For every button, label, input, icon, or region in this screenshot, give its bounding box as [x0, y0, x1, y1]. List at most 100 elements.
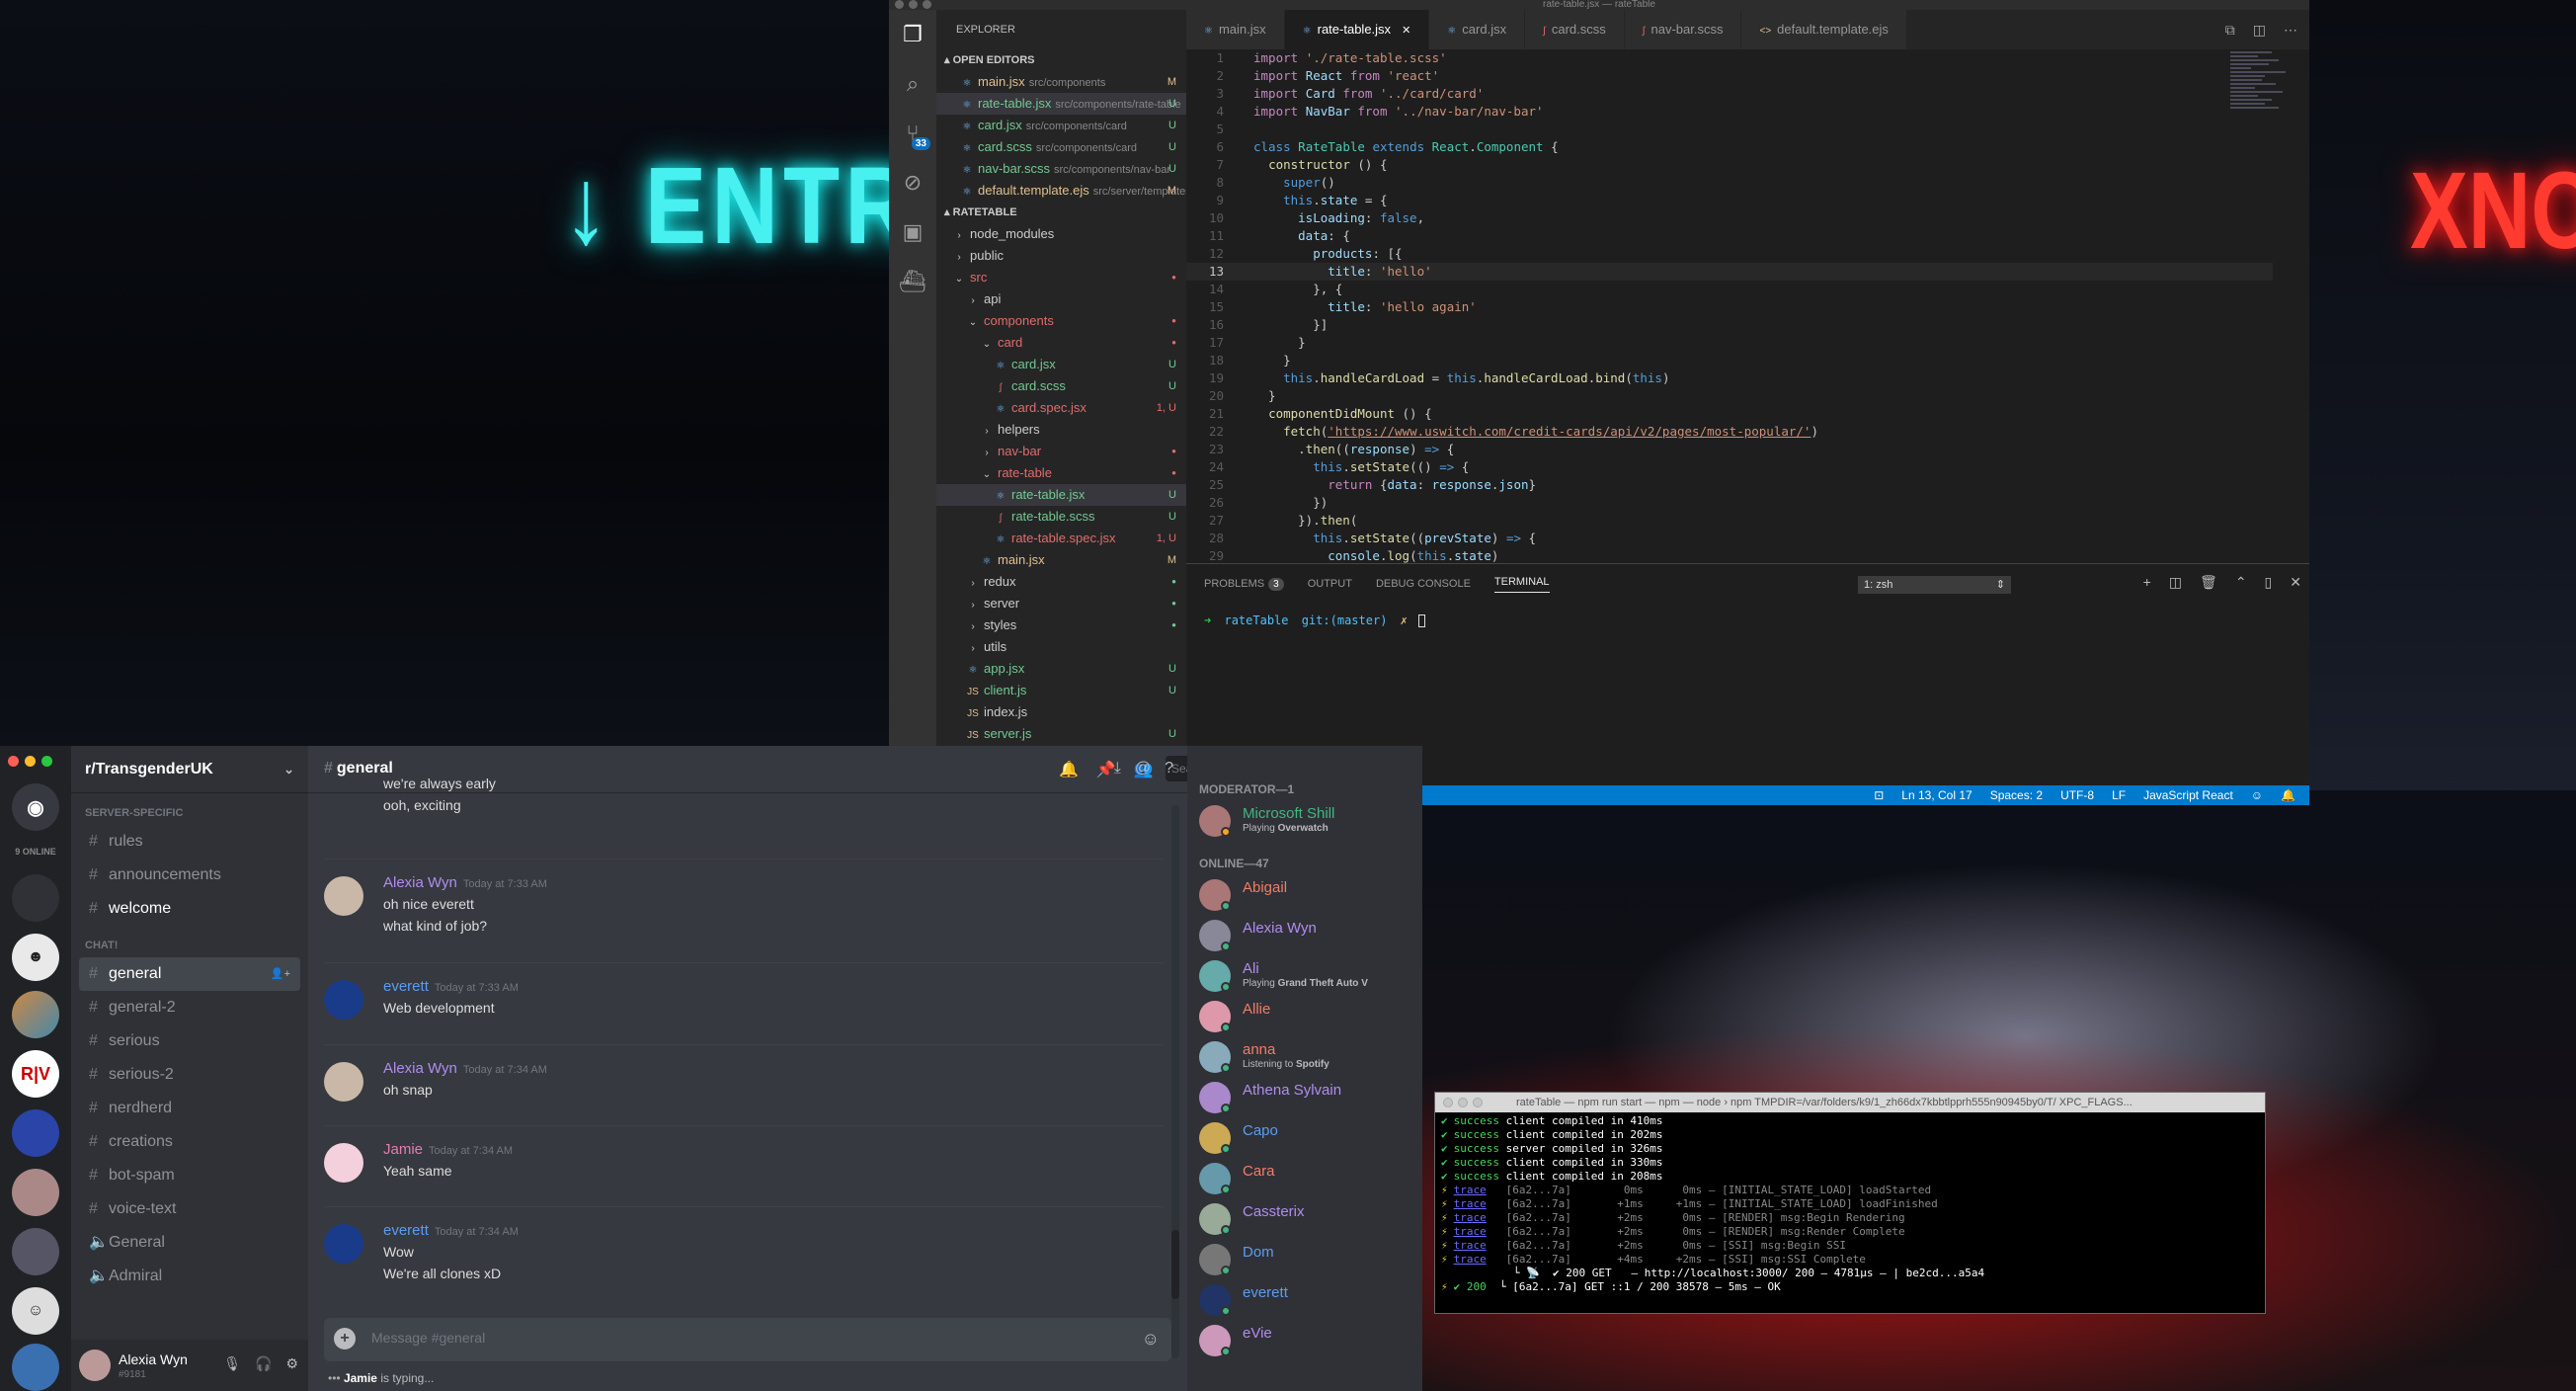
window-controls[interactable]: [8, 756, 52, 767]
kill-terminal-icon[interactable]: 🗑: [2200, 574, 2217, 591]
code-line[interactable]: 6 class RateTable extends React.Component…: [1186, 138, 2273, 156]
code-line[interactable]: 1 import './rate-table.scss': [1186, 49, 2273, 67]
encoding[interactable]: UTF-8: [2060, 788, 2094, 802]
code-line[interactable]: 24 this.setState(() => {: [1186, 458, 2273, 476]
folder-item[interactable]: ⌄ rate-table ●: [936, 462, 1186, 484]
folder-item[interactable]: ⌄ card ●: [936, 332, 1186, 354]
member-item[interactable]: Capo: [1199, 1118, 1416, 1158]
code-line[interactable]: 13 title: 'hello': [1186, 263, 2273, 281]
project-header[interactable]: ▴ RATETABLE: [936, 202, 1186, 223]
avatar[interactable]: [324, 876, 363, 916]
member-item[interactable]: anna Listening to Spotify: [1199, 1037, 1416, 1077]
end-of-line[interactable]: LF: [2112, 788, 2126, 802]
code-line[interactable]: 5: [1186, 121, 2273, 138]
editor-tab[interactable]: ∫ nav-bar.scss: [1624, 10, 1742, 49]
open-changes-icon[interactable]: ⧉: [2225, 22, 2235, 39]
avatar[interactable]: [324, 980, 363, 1020]
message-input[interactable]: Message #general: [371, 1330, 485, 1346]
channel-general[interactable]: 🔈 General: [79, 1226, 300, 1260]
server-icon-1[interactable]: [12, 874, 59, 922]
file-item[interactable]: ∫ rate-table.scss U: [936, 506, 1186, 528]
code-editor[interactable]: 1 import './rate-table.scss' 2 import React…: [1186, 49, 2273, 563]
member-item[interactable]: Cassterix: [1199, 1199, 1416, 1239]
tab-terminal[interactable]: TERMINAL: [1493, 576, 1550, 593]
code-line[interactable]: 2 import React from 'react': [1186, 67, 2273, 85]
minimap[interactable]: [2230, 49, 2299, 198]
channel-creations[interactable]: # creations: [79, 1125, 300, 1159]
code-line[interactable]: 25 return {data: response.json}: [1186, 476, 2273, 494]
maximize-panel-icon[interactable]: ⌃: [2235, 574, 2247, 591]
folder-item[interactable]: › public: [936, 245, 1186, 267]
split-terminal-icon[interactable]: ◫: [2169, 574, 2182, 591]
avatar[interactable]: [324, 1143, 363, 1183]
terminal-select[interactable]: 1: zsh ⇕: [1858, 576, 2011, 594]
code-line[interactable]: 17 }: [1186, 334, 2273, 352]
server-icon-3[interactable]: [12, 991, 59, 1038]
server-icon-4[interactable]: R|V: [12, 1050, 59, 1098]
file-item[interactable]: JS client.js U: [936, 680, 1186, 701]
message-composer[interactable]: + Message #general ☺: [324, 1318, 1171, 1361]
folder-item[interactable]: › utils: [936, 636, 1186, 658]
folder-item[interactable]: › styles ●: [936, 614, 1186, 636]
channel-serious[interactable]: # serious: [79, 1024, 300, 1058]
code-line[interactable]: 27 }).then(: [1186, 512, 2273, 530]
code-line[interactable]: 12 products: [{: [1186, 245, 2273, 263]
file-item[interactable]: ⚛ card.spec.jsx 1, U: [936, 397, 1186, 419]
member-item[interactable]: eVie: [1199, 1321, 1416, 1360]
settings-gear-icon[interactable]: ⚙: [285, 1355, 298, 1372]
member-item[interactable]: Athena Sylvain: [1199, 1078, 1416, 1117]
chat-scrollbar[interactable]: [1171, 805, 1179, 1358]
avatar[interactable]: [324, 1062, 363, 1102]
source-control-icon[interactable]: ⑂ 33: [889, 109, 936, 158]
mute-icon[interactable]: 🎙: [223, 1355, 241, 1372]
download-icon[interactable]: ⤓: [1114, 760, 1121, 777]
tab-debug-console[interactable]: DEBUG CONSOLE: [1376, 578, 1471, 590]
split-editor-icon[interactable]: ◫: [2253, 22, 2266, 39]
code-line[interactable]: 10 isLoading: false,: [1186, 209, 2273, 227]
open-editor-item[interactable]: ⚛ card.jsx src/components/card U: [936, 115, 1186, 136]
member-item[interactable]: Cara: [1199, 1159, 1416, 1198]
search-icon[interactable]: ⌕: [889, 59, 936, 109]
tab-problems[interactable]: PROBLEMS 3: [1204, 578, 1284, 591]
indentation[interactable]: Spaces: 2: [1990, 788, 2043, 802]
folder-item[interactable]: › helpers: [936, 419, 1186, 441]
channel-serious-2[interactable]: # serious-2: [79, 1058, 300, 1092]
category-chat[interactable]: CHAT!: [71, 934, 308, 957]
folder-item[interactable]: › nav-bar ●: [936, 441, 1186, 462]
debug-icon[interactable]: ⊘: [889, 158, 936, 207]
channel-welcome[interactable]: # welcome: [79, 892, 300, 926]
open-editor-item[interactable]: ⚛ main.jsx src/components M: [936, 71, 1186, 93]
server-icon-7[interactable]: [12, 1228, 59, 1275]
code-line[interactable]: 23 .then((response) => {: [1186, 441, 2273, 458]
open-editor-item[interactable]: ⚛ card.scss src/components/card U: [936, 136, 1186, 158]
member-item[interactable]: everett: [1199, 1280, 1416, 1320]
channel-admiral[interactable]: 🔈 Admiral: [79, 1260, 300, 1293]
folder-item[interactable]: › node_modules: [936, 223, 1186, 245]
docker-icon[interactable]: ⛴: [889, 257, 936, 306]
panel-layout-icon[interactable]: ▯: [2265, 574, 2273, 591]
window-controls[interactable]: [895, 0, 931, 9]
open-editor-item[interactable]: ⚛ rate-table.jsx src/components/rate-table…: [936, 93, 1186, 115]
close-dot[interactable]: [8, 756, 19, 767]
code-line[interactable]: 8 super(): [1186, 174, 2273, 192]
minimize-dot[interactable]: [909, 0, 918, 9]
member-item[interactable]: Abigail: [1199, 875, 1416, 915]
code-line[interactable]: 14 }, {: [1186, 281, 2273, 298]
code-line[interactable]: 22 fetch('https://www.uswitch.com/credit…: [1186, 423, 2273, 441]
editor-tab[interactable]: <> default.template.ejs: [1741, 10, 1907, 49]
invite-icon[interactable]: 👤+: [271, 957, 290, 991]
folder-item[interactable]: ⌄ src ●: [936, 267, 1186, 288]
channel-voice-text[interactable]: # voice-text: [79, 1192, 300, 1226]
code-line[interactable]: 11 data: {: [1186, 227, 2273, 245]
server-icon-2[interactable]: ☻: [12, 934, 59, 981]
explorer-icon[interactable]: ❐: [889, 10, 936, 59]
message-author[interactable]: everett Today at 7:34 AM: [383, 1222, 519, 1239]
open-editor-item[interactable]: ⚛ default.template.ejs src/server/template…: [936, 180, 1186, 202]
avatar[interactable]: [79, 1350, 111, 1381]
file-item[interactable]: ⚛ app.jsx U: [936, 658, 1186, 680]
new-terminal-icon[interactable]: +: [2143, 574, 2151, 591]
editor-tab[interactable]: ⚛ card.jsx: [1429, 10, 1526, 49]
file-item[interactable]: ⚛ card.jsx U: [936, 354, 1186, 375]
extensions-icon[interactable]: ▣: [889, 207, 936, 257]
feedback-icon[interactable]: ☺: [2251, 788, 2263, 802]
